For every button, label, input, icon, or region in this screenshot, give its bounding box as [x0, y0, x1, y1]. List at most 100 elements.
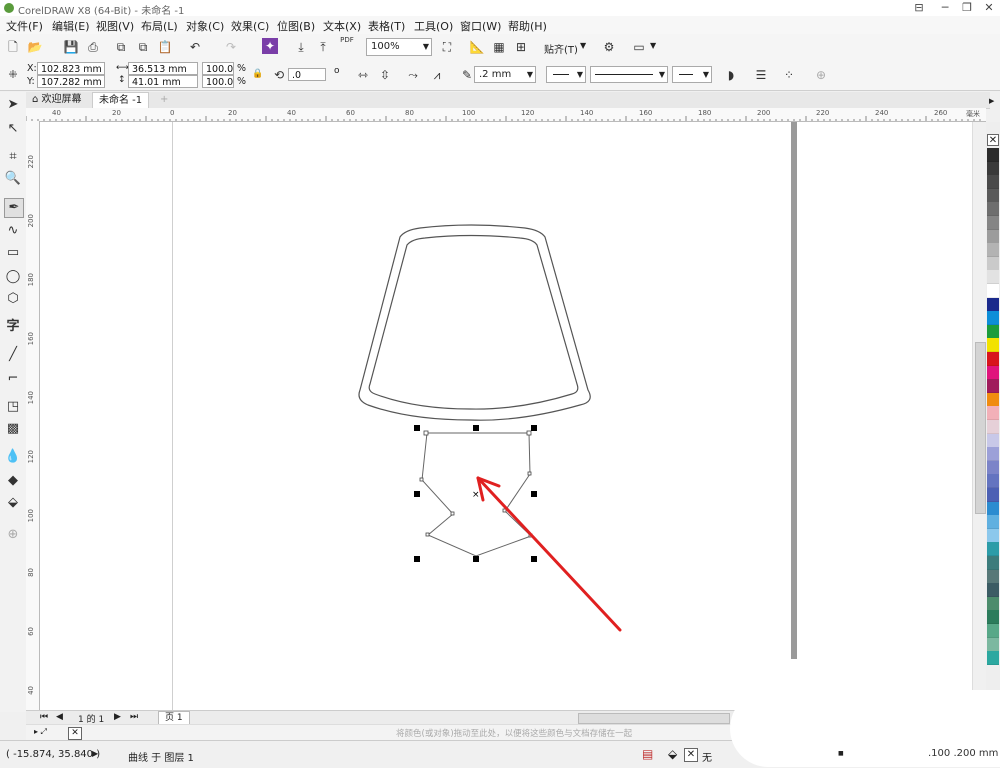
- height-field[interactable]: 41.01 mm: [128, 75, 198, 88]
- publish-pdf-icon[interactable]: PDF: [338, 36, 356, 54]
- palette-swatch[interactable]: [987, 583, 999, 598]
- freehand-tool-icon[interactable]: ∿: [4, 222, 22, 240]
- no-color-swatch[interactable]: ✕: [68, 727, 82, 740]
- palette-swatch[interactable]: [987, 311, 999, 326]
- search-content-icon[interactable]: ✦: [262, 38, 278, 54]
- palette-swatch[interactable]: [987, 406, 999, 421]
- account-icon[interactable]: ⊟: [908, 0, 930, 16]
- next-page-icon[interactable]: ▶: [114, 712, 121, 722]
- palette-swatch[interactable]: [987, 528, 999, 543]
- rulers-icon[interactable]: 📐: [468, 38, 486, 56]
- snap-to-dropdown[interactable]: 贴齐(T): [544, 41, 578, 56]
- copy-icon[interactable]: ⧉: [134, 38, 152, 56]
- palette-swatch[interactable]: [987, 488, 999, 502]
- palette-swatch[interactable]: [987, 637, 999, 652]
- wrap-text-icon[interactable]: ☰: [752, 66, 770, 84]
- options-gear-icon[interactable]: ⚙: [600, 38, 618, 56]
- grid-icon[interactable]: ▦: [490, 38, 508, 56]
- palette-swatch[interactable]: [987, 297, 999, 312]
- smart-fill-tool-icon[interactable]: ⬙: [4, 494, 22, 512]
- object-origin-icon[interactable]: ⁜: [4, 66, 22, 84]
- polygon-tool-icon[interactable]: ⬡: [4, 290, 22, 308]
- menu-text[interactable]: 文本(X): [323, 18, 361, 34]
- menu-tools[interactable]: 工具(O): [414, 18, 453, 34]
- import-icon[interactable]: ⤓: [292, 38, 310, 56]
- scrollbar-thumb[interactable]: [975, 342, 986, 514]
- add-icon[interactable]: ⊕: [812, 66, 830, 84]
- palette-swatch[interactable]: [987, 216, 999, 230]
- palette-swatch[interactable]: [987, 365, 999, 380]
- zoom-level-dropdown[interactable]: 100% ▼: [366, 38, 432, 56]
- add-tool-icon[interactable]: ⊕: [4, 526, 22, 544]
- palette-swatch[interactable]: [987, 420, 999, 434]
- menu-effects[interactable]: 效果(C): [231, 18, 269, 34]
- palette-swatch[interactable]: [987, 352, 999, 366]
- palette-swatch[interactable]: [987, 188, 999, 203]
- vertical-scrollbar[interactable]: [972, 122, 987, 710]
- transparency-tool-icon[interactable]: ▩: [4, 420, 22, 438]
- tab-welcome[interactable]: ⌂ 欢迎屏幕: [26, 92, 88, 108]
- menu-bitmaps[interactable]: 位图(B): [277, 18, 315, 34]
- lock-ratio-icon[interactable]: 🔒: [252, 69, 263, 79]
- previous-page-icon[interactable]: ◀: [56, 712, 63, 722]
- color-proof-icon[interactable]: ▤: [642, 747, 653, 761]
- shadow-tool-icon[interactable]: ◳: [4, 398, 22, 416]
- pick-tool-icon[interactable]: ➤: [4, 96, 22, 114]
- rectangle-tool-icon[interactable]: ▭: [4, 244, 22, 262]
- redo-icon[interactable]: ↷: [222, 38, 240, 56]
- palette-swatch[interactable]: [987, 474, 999, 489]
- menu-object[interactable]: 对象(C): [186, 18, 224, 34]
- open-icon[interactable]: 📂: [26, 38, 44, 56]
- connector-tool-icon[interactable]: ⌐: [4, 370, 22, 388]
- palette-swatch[interactable]: [987, 556, 999, 570]
- palette-swatch[interactable]: [987, 256, 999, 271]
- palette-swatch[interactable]: [987, 610, 999, 625]
- text-tool-icon[interactable]: 字: [4, 318, 22, 336]
- chevron-right-icon[interactable]: ▶: [989, 97, 994, 105]
- palette-swatch[interactable]: [987, 433, 999, 448]
- palette-swatch[interactable]: [987, 324, 999, 339]
- save-icon[interactable]: 💾: [62, 38, 80, 56]
- launch-icon[interactable]: ▭: [630, 38, 648, 56]
- palette-swatch[interactable]: [987, 515, 999, 530]
- zoom-tool-icon[interactable]: 🔍: [4, 170, 22, 188]
- new-document-icon[interactable]: 🗋: [4, 38, 22, 56]
- start-arrow-dropdown[interactable]: ▼: [546, 66, 586, 83]
- cut-icon[interactable]: ⧉: [112, 38, 130, 56]
- palette-menu-icon[interactable]: ▸ ⤢: [34, 727, 47, 737]
- shape-tool-icon[interactable]: ↖: [4, 120, 22, 138]
- restore-button[interactable]: ❐: [956, 0, 978, 16]
- rotation-field[interactable]: .0: [288, 68, 326, 81]
- curve-node-icon[interactable]: ⤳: [404, 66, 422, 84]
- menu-view[interactable]: 视图(V): [96, 18, 134, 34]
- palette-swatch[interactable]: [987, 624, 999, 638]
- menu-file[interactable]: 文件(F): [6, 18, 43, 34]
- menu-table[interactable]: 表格(T): [368, 18, 405, 34]
- y-position-field[interactable]: 107.282 mm: [37, 75, 105, 88]
- palette-swatch[interactable]: [987, 447, 999, 462]
- palette-swatch[interactable]: [987, 379, 999, 394]
- palette-swatch[interactable]: [987, 148, 999, 162]
- tab-document[interactable]: 未命名 -1: [92, 92, 150, 109]
- horizontal-scrollbar-thumb[interactable]: [578, 713, 730, 724]
- palette-swatch[interactable]: [987, 161, 999, 176]
- horizontal-ruler[interactable]: 40 20 0 20 40 60 80 100 120 140 160 180 …: [26, 108, 986, 122]
- first-page-icon[interactable]: ⏮: [40, 712, 48, 722]
- width-field[interactable]: 36.513 mm: [128, 62, 198, 75]
- quick-trace-icon[interactable]: ⁘: [780, 66, 798, 84]
- palette-swatch[interactable]: [987, 569, 999, 584]
- menu-help[interactable]: 帮助(H): [508, 18, 547, 34]
- outline-width-dropdown[interactable]: .2 mm ▼: [474, 66, 536, 83]
- undo-icon[interactable]: ↶: [186, 38, 204, 56]
- zoom-fit-icon[interactable]: ⛶: [438, 38, 456, 56]
- palette-swatch[interactable]: [987, 270, 999, 285]
- close-curve-icon[interactable]: ◗: [722, 66, 740, 84]
- guidelines-icon[interactable]: ⊞: [512, 38, 530, 56]
- drawing-canvas[interactable]: [40, 122, 972, 710]
- eyedropper-tool-icon[interactable]: 💧: [4, 448, 22, 466]
- palette-swatch[interactable]: [987, 542, 999, 557]
- close-button[interactable]: ✕: [978, 0, 1000, 16]
- ellipse-tool-icon[interactable]: ◯: [4, 268, 22, 286]
- palette-swatch[interactable]: [987, 338, 999, 353]
- pen-tool-icon[interactable]: ✒: [4, 198, 24, 218]
